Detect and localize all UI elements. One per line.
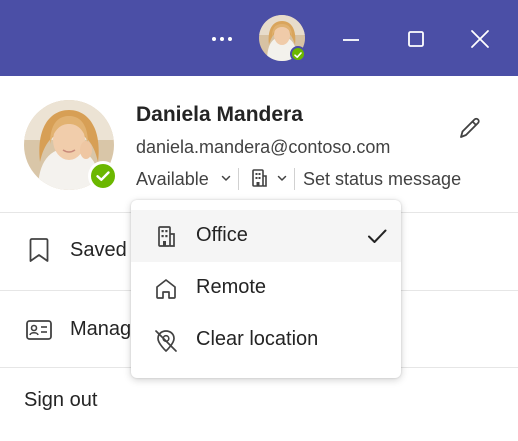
presence-available-icon [290,46,306,62]
sign-out-button[interactable]: Sign out [24,389,97,412]
bookmark-icon [29,238,49,262]
pencil-icon [460,117,480,138]
location-option-clear[interactable]: Clear location [131,314,401,366]
set-status-message-button[interactable]: Set status message [303,169,461,190]
status-row: Available Set status message [136,166,476,194]
profile-name: Daniela Mandera [136,103,303,126]
close-button[interactable] [465,24,495,54]
profile-email: daniela.mandera@contoso.com [136,137,391,157]
chevron-down-icon[interactable] [220,172,232,184]
more-horizontal-icon [212,37,216,41]
menu-item-label: Saved [70,239,127,261]
location-option-office[interactable]: Office [131,210,401,262]
location-option-label: Remote [196,276,267,298]
title-bar [0,0,518,76]
profile-avatar[interactable] [24,100,118,194]
location-off-icon [155,330,177,352]
checkmark-icon [368,229,387,243]
building-icon [158,226,175,247]
maximize-button[interactable] [401,24,431,54]
location-dropdown: Office Remote Clear location [131,200,401,378]
edit-profile-button[interactable] [456,114,484,142]
minimize-button[interactable] [336,24,366,54]
building-icon[interactable] [248,167,270,189]
maximize-icon [408,31,424,47]
location-option-label: Clear location [196,328,319,350]
divider [238,168,239,190]
close-icon [471,30,489,48]
availability-dropdown[interactable]: Available [136,169,209,190]
chevron-down-icon[interactable] [276,172,288,184]
minimize-icon [343,39,359,41]
titlebar-avatar-button[interactable] [259,15,307,63]
location-option-remote[interactable]: Remote [131,262,401,314]
presence-available-icon [88,161,118,191]
more-options-button[interactable] [205,24,239,54]
home-icon [156,279,176,299]
contact-card-icon [26,320,52,340]
location-option-label: Office [196,224,248,246]
divider [294,168,295,190]
